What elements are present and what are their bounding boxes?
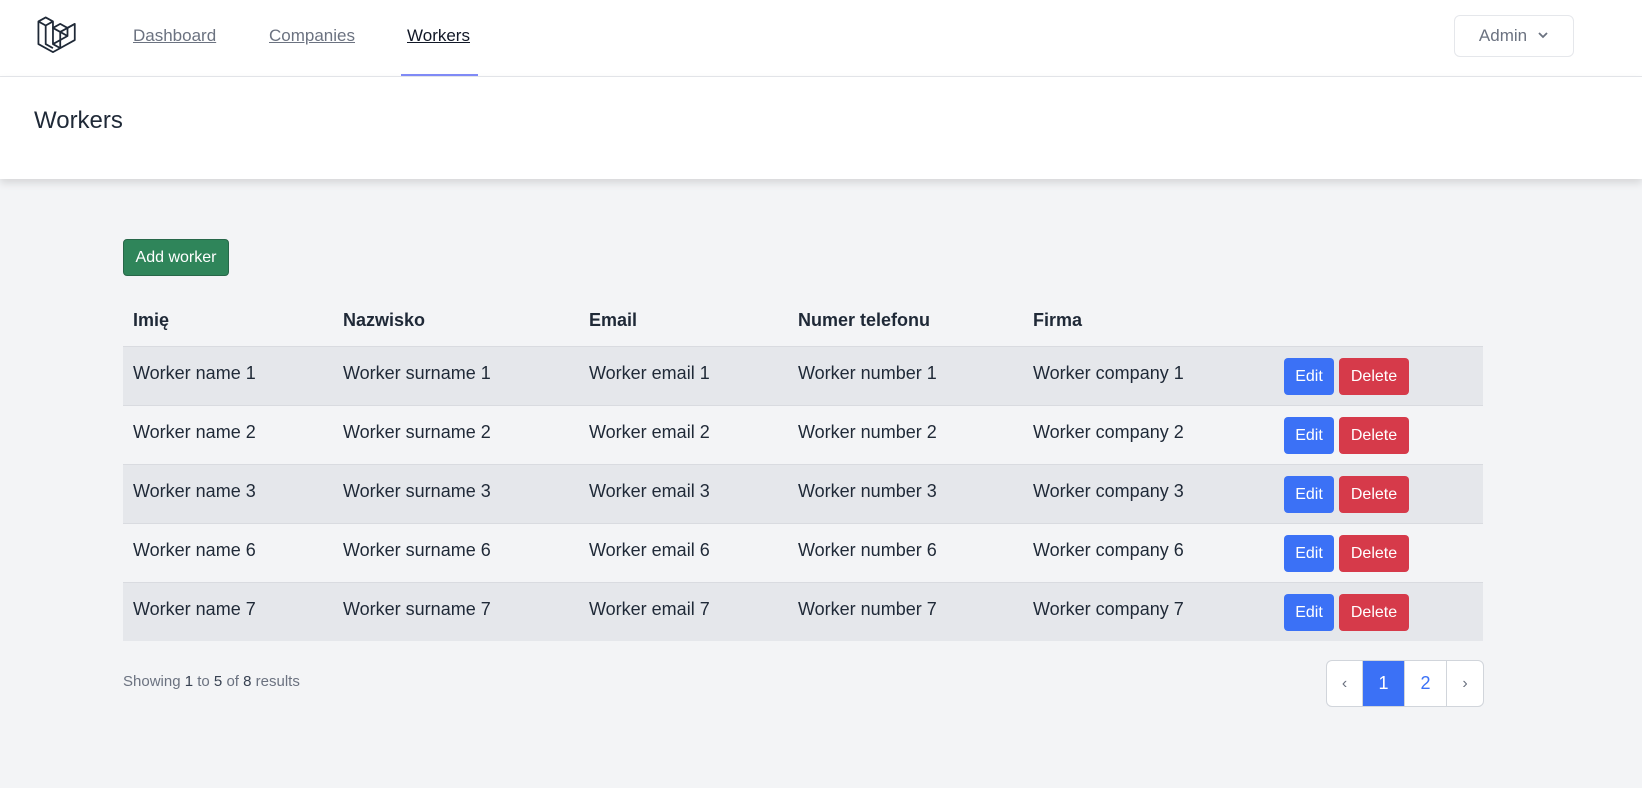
pagination-page-1[interactable]: 1 [1363,661,1405,706]
edit-button[interactable]: Edit [1284,358,1334,395]
showing-to: 5 [213,673,223,690]
pagination-next[interactable]: › [1447,661,1483,706]
add-worker-button[interactable]: Add worker [123,239,229,276]
laravel-logo-icon[interactable] [36,15,78,57]
cell-company: Worker company 7 [1033,599,1184,619]
cell-surname: Worker surname 2 [343,422,491,442]
cell-first-name: Worker name 6 [133,540,256,560]
header-email: Email [589,310,638,330]
user-menu-label: Admin [1478,26,1528,45]
table-row: Worker name 3 Worker surname 3 Worker em… [123,464,1483,523]
nav-link-workers[interactable]: Workers [407,26,470,46]
cell-company: Worker company 1 [1033,363,1184,383]
cell-email: Worker email 2 [589,422,710,442]
pagination-prev[interactable]: ‹ [1327,661,1363,706]
cell-first-name: Worker name 7 [133,599,256,619]
delete-button[interactable]: Delete [1339,358,1409,395]
cell-email: Worker email 1 [589,363,710,383]
table-row: Worker name 7 Worker surname 7 Worker em… [123,582,1483,641]
pagination: ‹ 1 2 › [1326,660,1484,707]
showing-from: 1 [184,673,194,690]
header-company: Firma [1033,310,1083,330]
cell-phone: Worker number 7 [798,599,937,619]
table-row: Worker name 2 Worker surname 2 Worker em… [123,405,1483,464]
delete-button[interactable]: Delete [1339,476,1409,513]
showing-to-word: to [197,673,210,690]
cell-phone: Worker number 6 [798,540,937,560]
table-row: Worker name 1 Worker surname 1 Worker em… [123,346,1483,405]
chevron-down-icon [1537,26,1549,46]
delete-button[interactable]: Delete [1339,417,1409,454]
cell-email: Worker email 7 [589,599,710,619]
nav-link-dashboard[interactable]: Dashboard [133,26,216,46]
showing-total: 8 [243,673,252,690]
cell-company: Worker company 3 [1033,481,1184,501]
table-row: Worker name 6 Worker surname 6 Worker em… [123,523,1483,582]
page-title: Workers [34,107,123,134]
cell-phone: Worker number 3 [798,481,937,501]
header-first-name: Imię [133,310,170,330]
results-summary: Showing 1 to 5 of 8 results [123,673,300,690]
header-phone: Numer telefonu [798,310,931,330]
top-navbar: Dashboard Companies Workers Admin [0,0,1642,77]
cell-email: Worker email 3 [589,481,710,501]
cell-phone: Worker number 1 [798,363,937,383]
edit-button[interactable]: Edit [1284,594,1334,631]
cell-surname: Worker surname 6 [343,540,491,560]
cell-company: Worker company 6 [1033,540,1184,560]
cell-first-name: Worker name 2 [133,422,256,442]
cell-first-name: Worker name 1 [133,363,256,383]
header-surname: Nazwisko [343,310,426,330]
cell-phone: Worker number 2 [798,422,937,442]
user-menu-button[interactable]: Admin [1454,15,1574,57]
edit-button[interactable]: Edit [1284,535,1334,572]
showing-of-word: of [226,673,239,690]
cell-surname: Worker surname 7 [343,599,491,619]
showing-prefix: Showing [123,673,181,690]
cell-first-name: Worker name 3 [133,481,256,501]
page-header: Workers [0,77,1642,179]
active-tab-indicator [401,74,478,76]
delete-button[interactable]: Delete [1339,594,1409,631]
pagination-page-2[interactable]: 2 [1405,661,1447,706]
table-header: Imię Nazwisko Email Numer telefonu Firma [123,295,1483,346]
edit-button[interactable]: Edit [1284,417,1334,454]
edit-button[interactable]: Edit [1284,476,1334,513]
cell-surname: Worker surname 1 [343,363,491,383]
workers-table: Imię Nazwisko Email Numer telefonu Firma… [123,295,1483,641]
cell-surname: Worker surname 3 [343,481,491,501]
cell-company: Worker company 2 [1033,422,1184,442]
cell-email: Worker email 6 [589,540,710,560]
delete-button[interactable]: Delete [1339,535,1409,572]
nav-link-companies[interactable]: Companies [269,26,355,46]
showing-results-word: results [255,673,300,690]
